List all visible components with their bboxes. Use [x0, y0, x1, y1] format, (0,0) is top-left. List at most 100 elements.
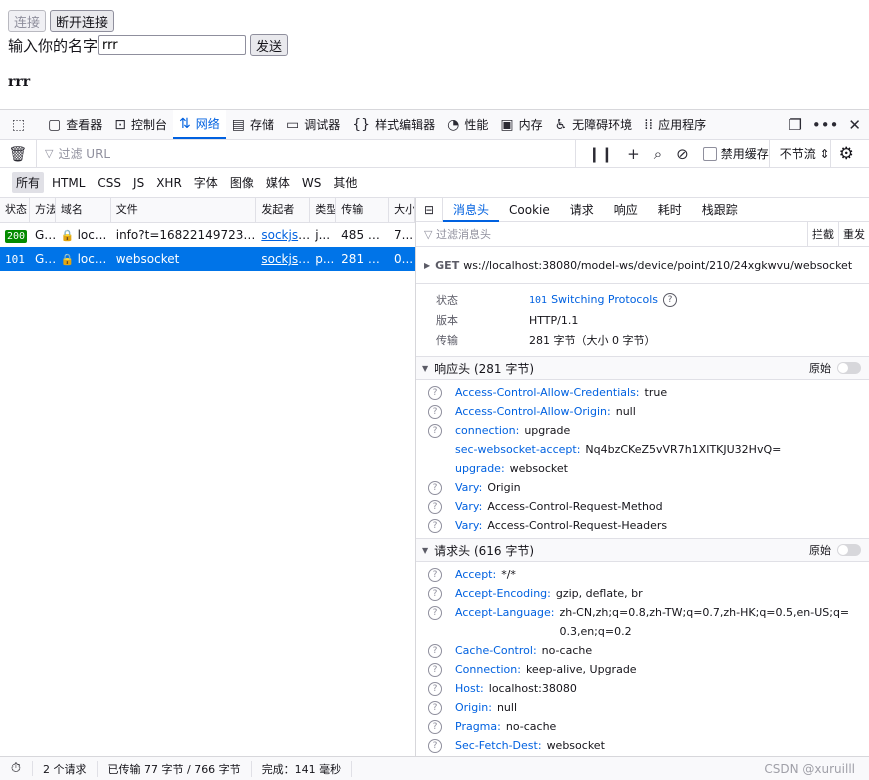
header-row[interactable]: ? Vary: Access-Control-Request-Headers [416, 516, 869, 535]
column-header-size[interactable]: 大小 [389, 198, 415, 222]
tab-storage[interactable]: ▤ 存储 [226, 110, 280, 139]
column-header-status[interactable]: 状态 [0, 198, 30, 222]
element-picker-button[interactable]: ⬚ [0, 110, 42, 139]
help-icon[interactable]: ? [428, 663, 442, 677]
gear-icon[interactable]: ⚙ [829, 139, 862, 168]
help-icon[interactable]: ? [428, 587, 442, 601]
type-filter-other[interactable]: 其他 [329, 172, 361, 193]
column-header-initiator[interactable]: 发起者 [256, 198, 311, 222]
help-icon[interactable]: ? [428, 500, 442, 514]
help-icon[interactable]: ? [428, 720, 442, 734]
performance-analysis-icon[interactable]: ⏱ [0, 761, 33, 776]
header-row[interactable]: ? Vary: Access-Control-Request-Method [416, 497, 869, 516]
help-icon[interactable]: ? [428, 386, 442, 400]
tab-inspector[interactable]: ▢ 查看器 [42, 110, 108, 139]
tab-timings[interactable]: 耗时 [648, 198, 692, 222]
tab-memory[interactable]: ▣ 内存 [494, 110, 548, 139]
help-icon[interactable]: ? [428, 519, 442, 533]
tab-console[interactable]: ⊡ 控制台 [108, 110, 173, 139]
type-filter-html[interactable]: HTML [48, 174, 89, 192]
type-filter-images[interactable]: 图像 [226, 172, 258, 193]
column-header-method[interactable]: 方法 [30, 198, 56, 222]
header-row[interactable]: ? Accept-Encoding: gzip, deflate, br [416, 584, 869, 603]
trash-icon[interactable]: 🗑 [0, 139, 37, 168]
help-icon[interactable]: ? [428, 405, 442, 419]
dock-icon[interactable]: ❐ [788, 116, 801, 134]
tab-cookies[interactable]: Cookie [499, 198, 560, 222]
version-value: HTTP/1.1 [529, 313, 579, 327]
search-icon[interactable]: ⌕ [654, 145, 662, 163]
header-row[interactable]: ? Access-Control-Allow-Origin: null [416, 402, 869, 421]
header-row[interactable]: ? Accept: */* [416, 565, 869, 584]
help-icon[interactable]: ? [428, 682, 442, 696]
type-filter-js[interactable]: JS [129, 174, 148, 192]
help-icon[interactable]: ? [428, 644, 442, 658]
header-row[interactable]: ? Accept-Language: zh-CN,zh;q=0.8,zh-TW;q=… [416, 603, 869, 641]
tab-application[interactable]: ⁞⁞ 应用程序 [638, 110, 712, 139]
block-icon[interactable]: ⊘ [676, 145, 689, 163]
tab-response[interactable]: 响应 [604, 198, 648, 222]
table-row-selected[interactable]: 101 GET 🔒loc... websocket sockjs.... p..… [0, 247, 415, 271]
resend-button[interactable]: 重发 [838, 221, 869, 247]
type-filter-ws[interactable]: WS [298, 174, 325, 192]
tab-request[interactable]: 请求 [560, 198, 604, 222]
header-row[interactable]: ? Origin: null [416, 698, 869, 717]
type-filter-fonts[interactable]: 字体 [190, 172, 222, 193]
sidebar-toggle-icon[interactable]: ⊟ [416, 198, 443, 222]
block-button[interactable]: 拦截 [807, 221, 838, 247]
header-row[interactable]: ? Pragma: no-cache [416, 717, 869, 736]
close-icon[interactable]: ✕ [848, 116, 861, 134]
raw-toggle[interactable]: 原始 [809, 542, 869, 558]
header-row[interactable]: ? Access-Control-Allow-Credentials: true [416, 383, 869, 402]
help-icon[interactable]: ? [428, 701, 442, 715]
raw-toggle[interactable]: 原始 [809, 360, 869, 376]
type-filter-media[interactable]: 媒体 [262, 172, 294, 193]
header-row[interactable]: ? Cache-Control: no-cache [416, 641, 869, 660]
help-icon[interactable]: ? [428, 481, 442, 495]
initiator-link[interactable]: sockjs.... [261, 252, 310, 266]
name-input[interactable] [98, 35, 247, 55]
help-icon[interactable]: ? [428, 606, 442, 620]
connect-button[interactable]: 连接 [8, 10, 47, 32]
header-row[interactable]: ? Host: localhost:38080 [416, 679, 869, 698]
transferred-cell: 281 字... [341, 252, 390, 266]
tab-headers[interactable]: 消息头 [443, 198, 500, 222]
table-row[interactable]: 200 GET 🔒loc... info?t=1682214972337 soc… [0, 223, 415, 247]
tab-accessibility[interactable]: ♿ 无障碍环境 [549, 110, 639, 139]
header-row[interactable]: ? upgrade: websocket [416, 459, 869, 478]
header-row[interactable]: ? Sec-Fetch-Dest: websocket [416, 736, 869, 755]
request-url-line[interactable]: ▶ GET ws://localhost:38080/model-ws/devi… [416, 247, 869, 284]
send-button[interactable]: 发送 [250, 34, 289, 56]
header-row[interactable]: ? Vary: Origin [416, 478, 869, 497]
column-header-domain[interactable]: 域名 [56, 198, 111, 222]
type-filter-css[interactable]: CSS [93, 174, 125, 192]
header-row[interactable]: ? Connection: keep-alive, Upgrade [416, 660, 869, 679]
tab-performance[interactable]: ◔ 性能 [441, 110, 494, 139]
request-headers-section-header[interactable]: ▼ 请求头 (616 字节) 原始 [416, 539, 869, 562]
tab-stack-trace[interactable]: 栈跟踪 [692, 198, 748, 222]
column-header-type[interactable]: 类型 [310, 198, 337, 222]
help-icon[interactable]: ? [428, 739, 442, 753]
help-icon[interactable]: ? [428, 568, 442, 582]
response-headers-section-header[interactable]: ▼ 响应头 (281 字节) 原始 [416, 357, 869, 380]
disable-cache-checkbox[interactable]: 禁用缓存 [702, 145, 769, 162]
more-options-icon[interactable]: ••• [812, 116, 839, 134]
column-header-transferred[interactable]: 传输 [336, 198, 390, 222]
throttle-select[interactable]: 不节流 ⇕ [768, 139, 830, 168]
header-row[interactable]: ? sec-websocket-accept: Nq4bzCKeZ5vVR7h1XI… [416, 440, 869, 459]
help-icon[interactable]: ? [428, 424, 442, 438]
type-filter-xhr[interactable]: XHR [152, 174, 186, 192]
help-icon[interactable]: ? [663, 293, 677, 307]
tab-debugger[interactable]: ▭ 调试器 [280, 110, 346, 139]
url-filter-input[interactable]: ▽ 过滤 URL [37, 145, 575, 162]
headers-filter-input[interactable]: ▽ 过滤消息头 [416, 226, 807, 242]
tab-style-editor[interactable]: {} 样式编辑器 [346, 110, 441, 139]
type-filter-all[interactable]: 所有 [12, 172, 45, 193]
pause-icon[interactable]: ❙❙ [588, 145, 613, 163]
add-icon[interactable]: + [627, 145, 640, 163]
disconnect-button[interactable]: 断开连接 [50, 10, 115, 32]
initiator-link[interactable]: sockjs.... [261, 228, 310, 242]
column-header-file[interactable]: 文件 [111, 198, 257, 222]
header-row[interactable]: ? connection: upgrade [416, 421, 869, 440]
tab-network[interactable]: ⇅ 网络 [173, 110, 226, 139]
